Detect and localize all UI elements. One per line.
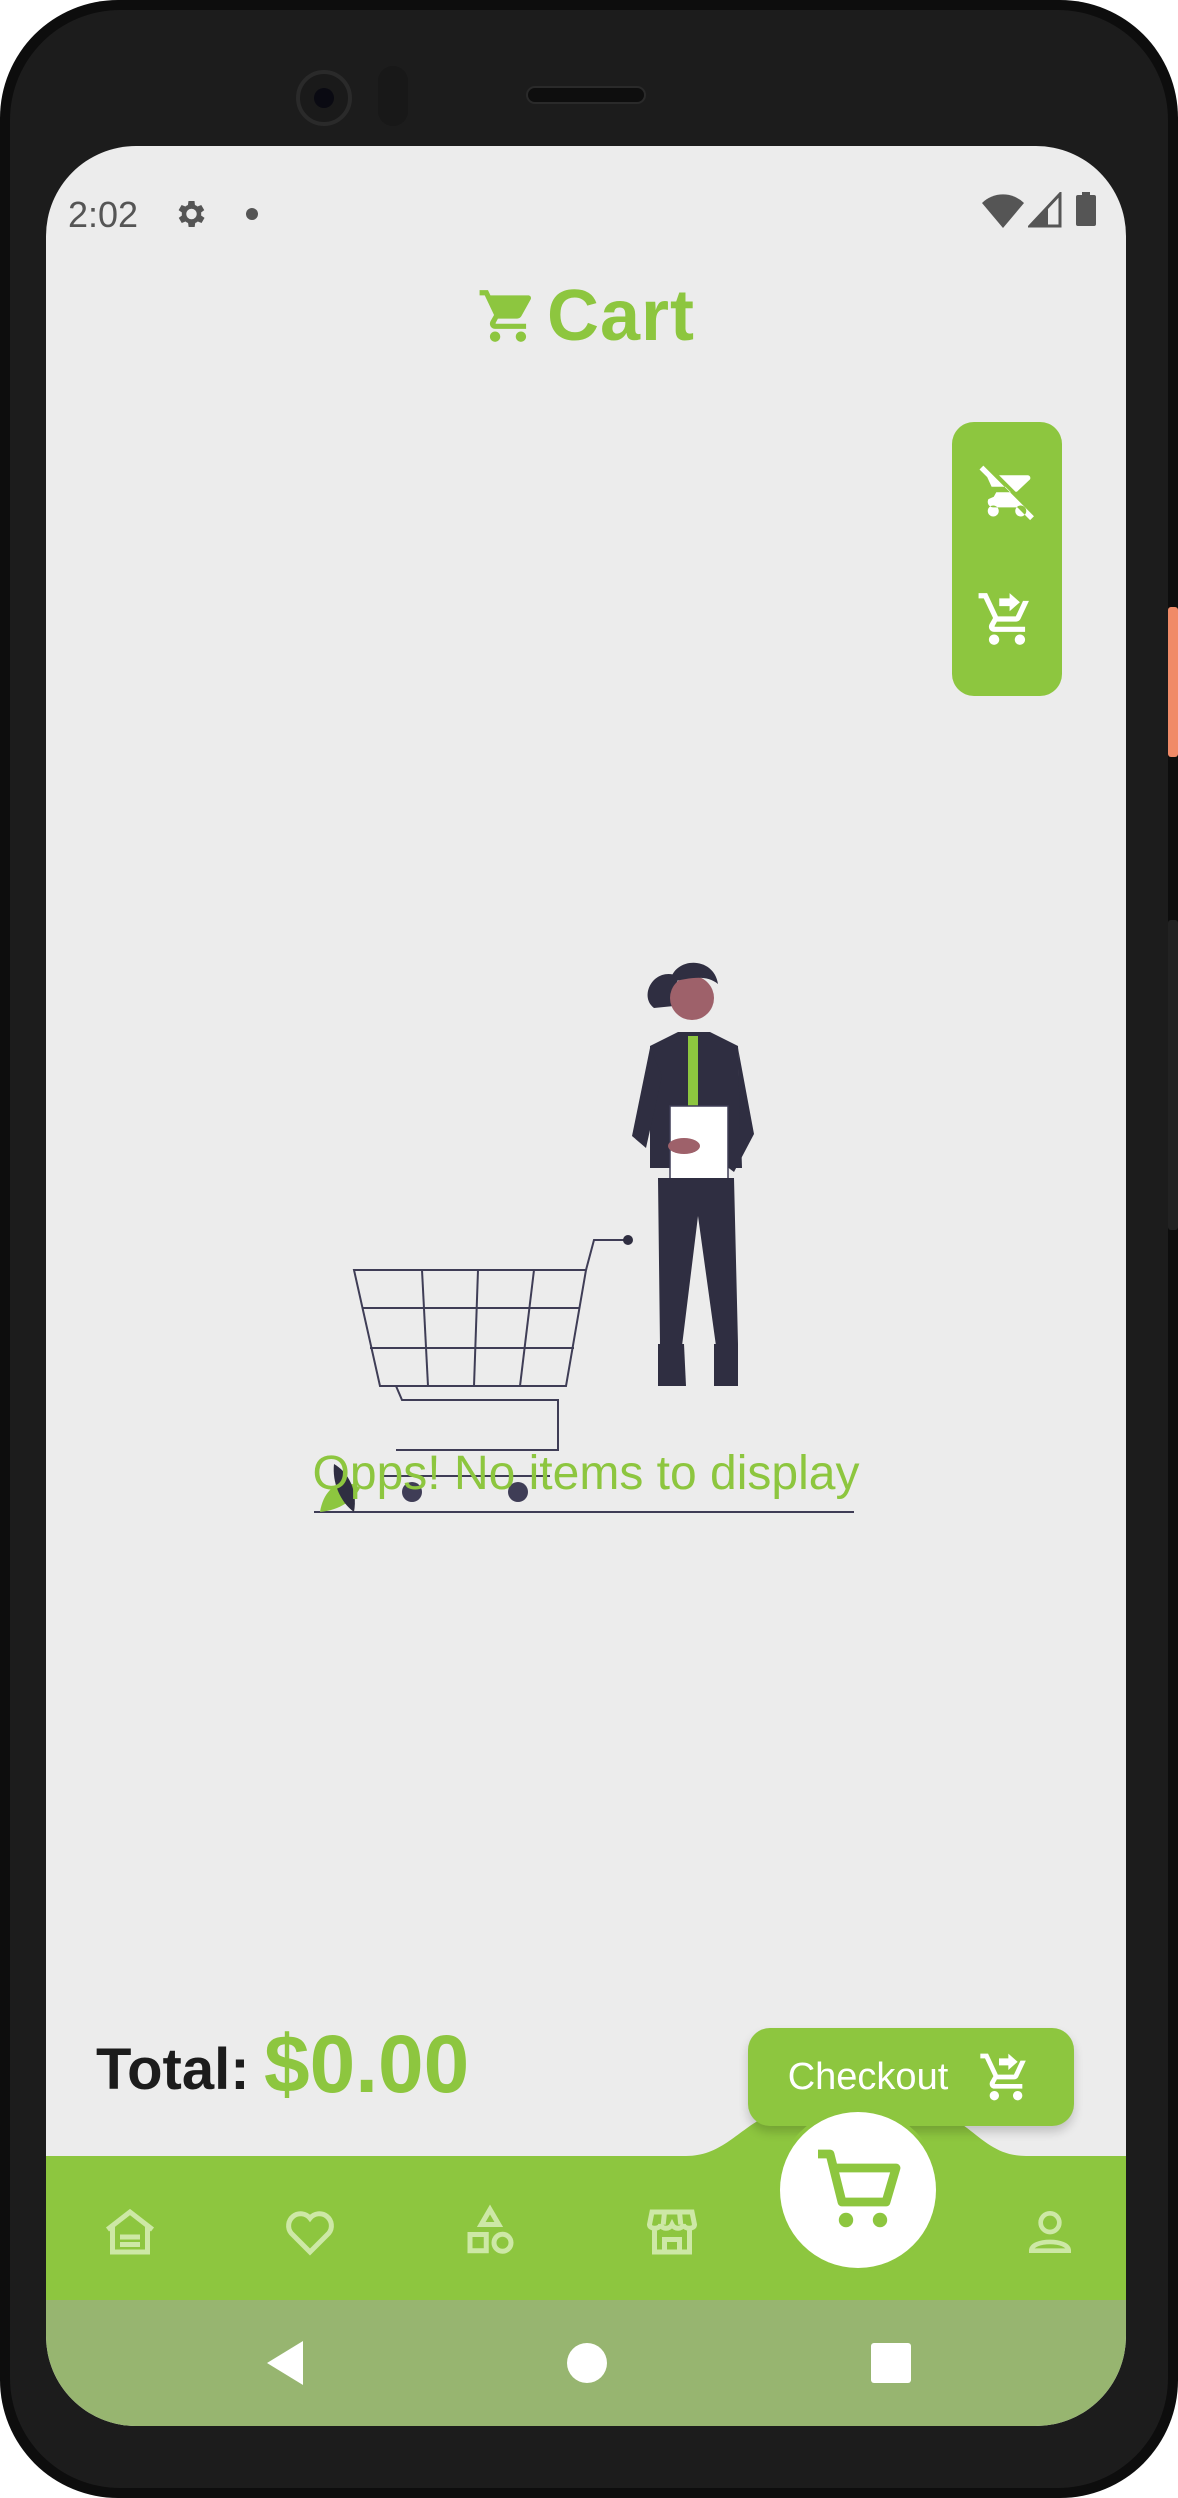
cart-icon [479,290,531,342]
empty-state-message: Opps! No items to display [312,1447,860,1500]
nav-item-favorites[interactable] [278,2200,342,2264]
status-bar: 2:02 [46,146,1126,235]
status-time: 2:02 [68,194,139,235]
profile-icon [1028,2211,1072,2253]
notification-dot-icon [246,208,258,220]
cart-icon [818,2149,901,2228]
battery-icon [1076,192,1096,226]
checkout-label: Checkout [787,2055,949,2098]
front-camera [296,70,352,126]
home-button[interactable] [554,2330,620,2396]
nav-item-categories[interactable] [458,2200,522,2264]
add-to-cart-button[interactable] [970,582,1044,656]
page-title: Cart [546,276,696,356]
gear-icon [178,200,205,228]
clear-cart-button[interactable] [970,452,1044,526]
heart-icon [286,2211,334,2256]
power-button [1168,607,1178,757]
recents-icon [871,2343,911,2383]
back-button[interactable] [252,2330,318,2396]
signal-icon [1028,192,1062,228]
nav-item-profile[interactable] [1018,2200,1082,2264]
cart-actions-panel [952,422,1062,696]
clear-cart-icon [979,465,1034,521]
wifi-icon [982,194,1024,228]
phone-frame: 2:02 Cart Opps! No items to display Tota… [0,0,1178,2498]
nav-item-store[interactable] [640,2200,704,2264]
volume-button [1168,920,1178,1230]
total-label: Total: [96,2037,250,2102]
total-amount: $0.00 [264,2019,470,2110]
store-icon [646,2209,698,2255]
cart-arrow-icon [980,2053,1027,2101]
nav-item-cart[interactable] [780,2112,936,2268]
system-navigation-bar [46,2300,1126,2426]
proximity-sensor [378,66,408,126]
nav-item-home[interactable] [98,2200,162,2264]
add-to-cart-icon [978,593,1029,645]
recents-button[interactable] [858,2330,924,2396]
bottom-navigation [46,2156,1126,2300]
empty-cart-illustration [314,962,854,1513]
app-screen: 2:02 Cart Opps! No items to display Tota… [46,146,1126,2426]
home-icon [105,2208,155,2255]
page-header: Cart [46,276,1126,356]
checkout-button[interactable]: Checkout [748,2028,1074,2126]
home-circle-icon [567,2343,607,2383]
categories-icon [467,2204,514,2254]
earpiece-speaker [526,86,646,104]
back-icon [267,2341,303,2385]
